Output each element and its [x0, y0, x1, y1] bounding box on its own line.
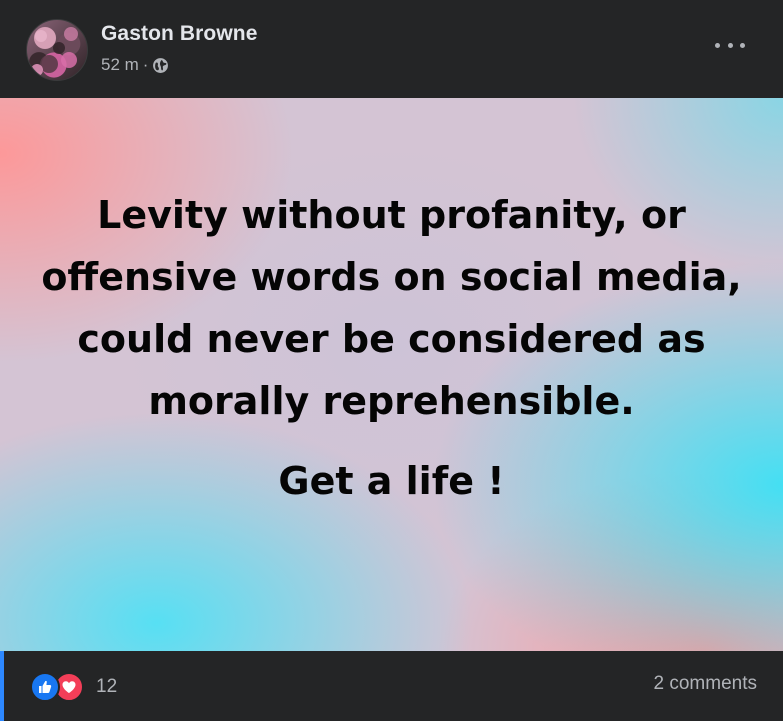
more-options-icon[interactable]: [715, 35, 745, 55]
comments-count-link[interactable]: 2 comments: [654, 673, 757, 695]
dot-icon: [715, 42, 720, 48]
avatar-image: [31, 27, 78, 76]
post-time[interactable]: 52 m: [101, 55, 139, 75]
meta-separator: ·: [142, 55, 149, 74]
reaction-count: 12: [96, 676, 118, 697]
background-text-post[interactable]: Levity without profanity, or offensive w…: [0, 98, 783, 651]
post-closing: Get a life !: [278, 459, 505, 503]
reactions-summary[interactable]: 12: [30, 672, 117, 702]
dot-icon: [727, 42, 733, 48]
globe-icon[interactable]: [152, 57, 169, 74]
post-message: Levity without profanity, or offensive w…: [41, 193, 742, 423]
post-card: Gaston Browne 52 m · Levity without prof…: [0, 0, 783, 721]
avatar[interactable]: [26, 19, 88, 81]
post-header: Gaston Browne 52 m ·: [0, 0, 783, 98]
post-text: Levity without profanity, or offensive w…: [40, 184, 743, 512]
author-name[interactable]: Gaston Browne: [101, 22, 257, 46]
post-footer: 12 2 comments: [0, 651, 783, 721]
post-meta: 52 m ·: [101, 55, 169, 75]
dot-icon: [740, 42, 745, 48]
like-icon: [30, 672, 60, 702]
